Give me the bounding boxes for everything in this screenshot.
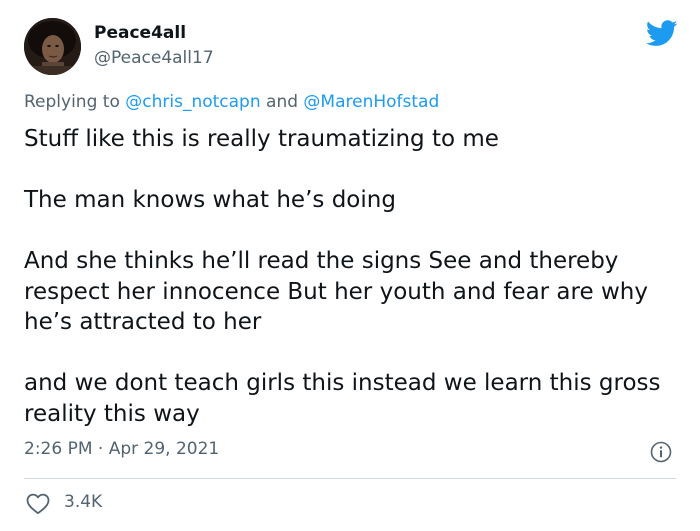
twitter-bird-icon[interactable] xyxy=(646,20,678,47)
info-icon[interactable] xyxy=(650,441,672,463)
avatar[interactable] xyxy=(24,18,81,75)
tweet-paragraph: Stuff like this is really traumatizing t… xyxy=(24,126,499,152)
mention-link-marenhofstad[interactable]: @MarenHofstad xyxy=(303,92,439,112)
replying-to-line: Replying to @chris_notcapn and @MarenHof… xyxy=(24,92,439,112)
tweet-timestamp[interactable]: 2:26 PM · Apr 29, 2021 xyxy=(24,439,219,459)
heart-icon[interactable] xyxy=(26,493,50,515)
replying-to-connector: and xyxy=(260,92,304,112)
tweet-paragraph: And she thinks he’ll read the signs See … xyxy=(24,248,648,335)
like-count[interactable]: 3.4K xyxy=(64,492,102,512)
replying-to-label: Replying to xyxy=(24,92,126,112)
tweet-card: Peace4all @Peace4all17 Replying to @chri… xyxy=(0,0,700,531)
mention-link-chris-notcapn[interactable]: @chris_notcapn xyxy=(125,92,260,112)
tweet-paragraph: The man knows what he’s doing xyxy=(24,187,396,213)
tweet-body: Stuff like this is really traumatizing t… xyxy=(24,124,680,460)
tweet-paragraph: and we dont teach girls this instead we … xyxy=(24,370,661,427)
author-handle[interactable]: @Peace4all17 xyxy=(94,48,214,68)
avatar-image xyxy=(24,18,81,75)
author-display-name[interactable]: Peace4all xyxy=(94,23,186,43)
divider xyxy=(24,478,676,479)
